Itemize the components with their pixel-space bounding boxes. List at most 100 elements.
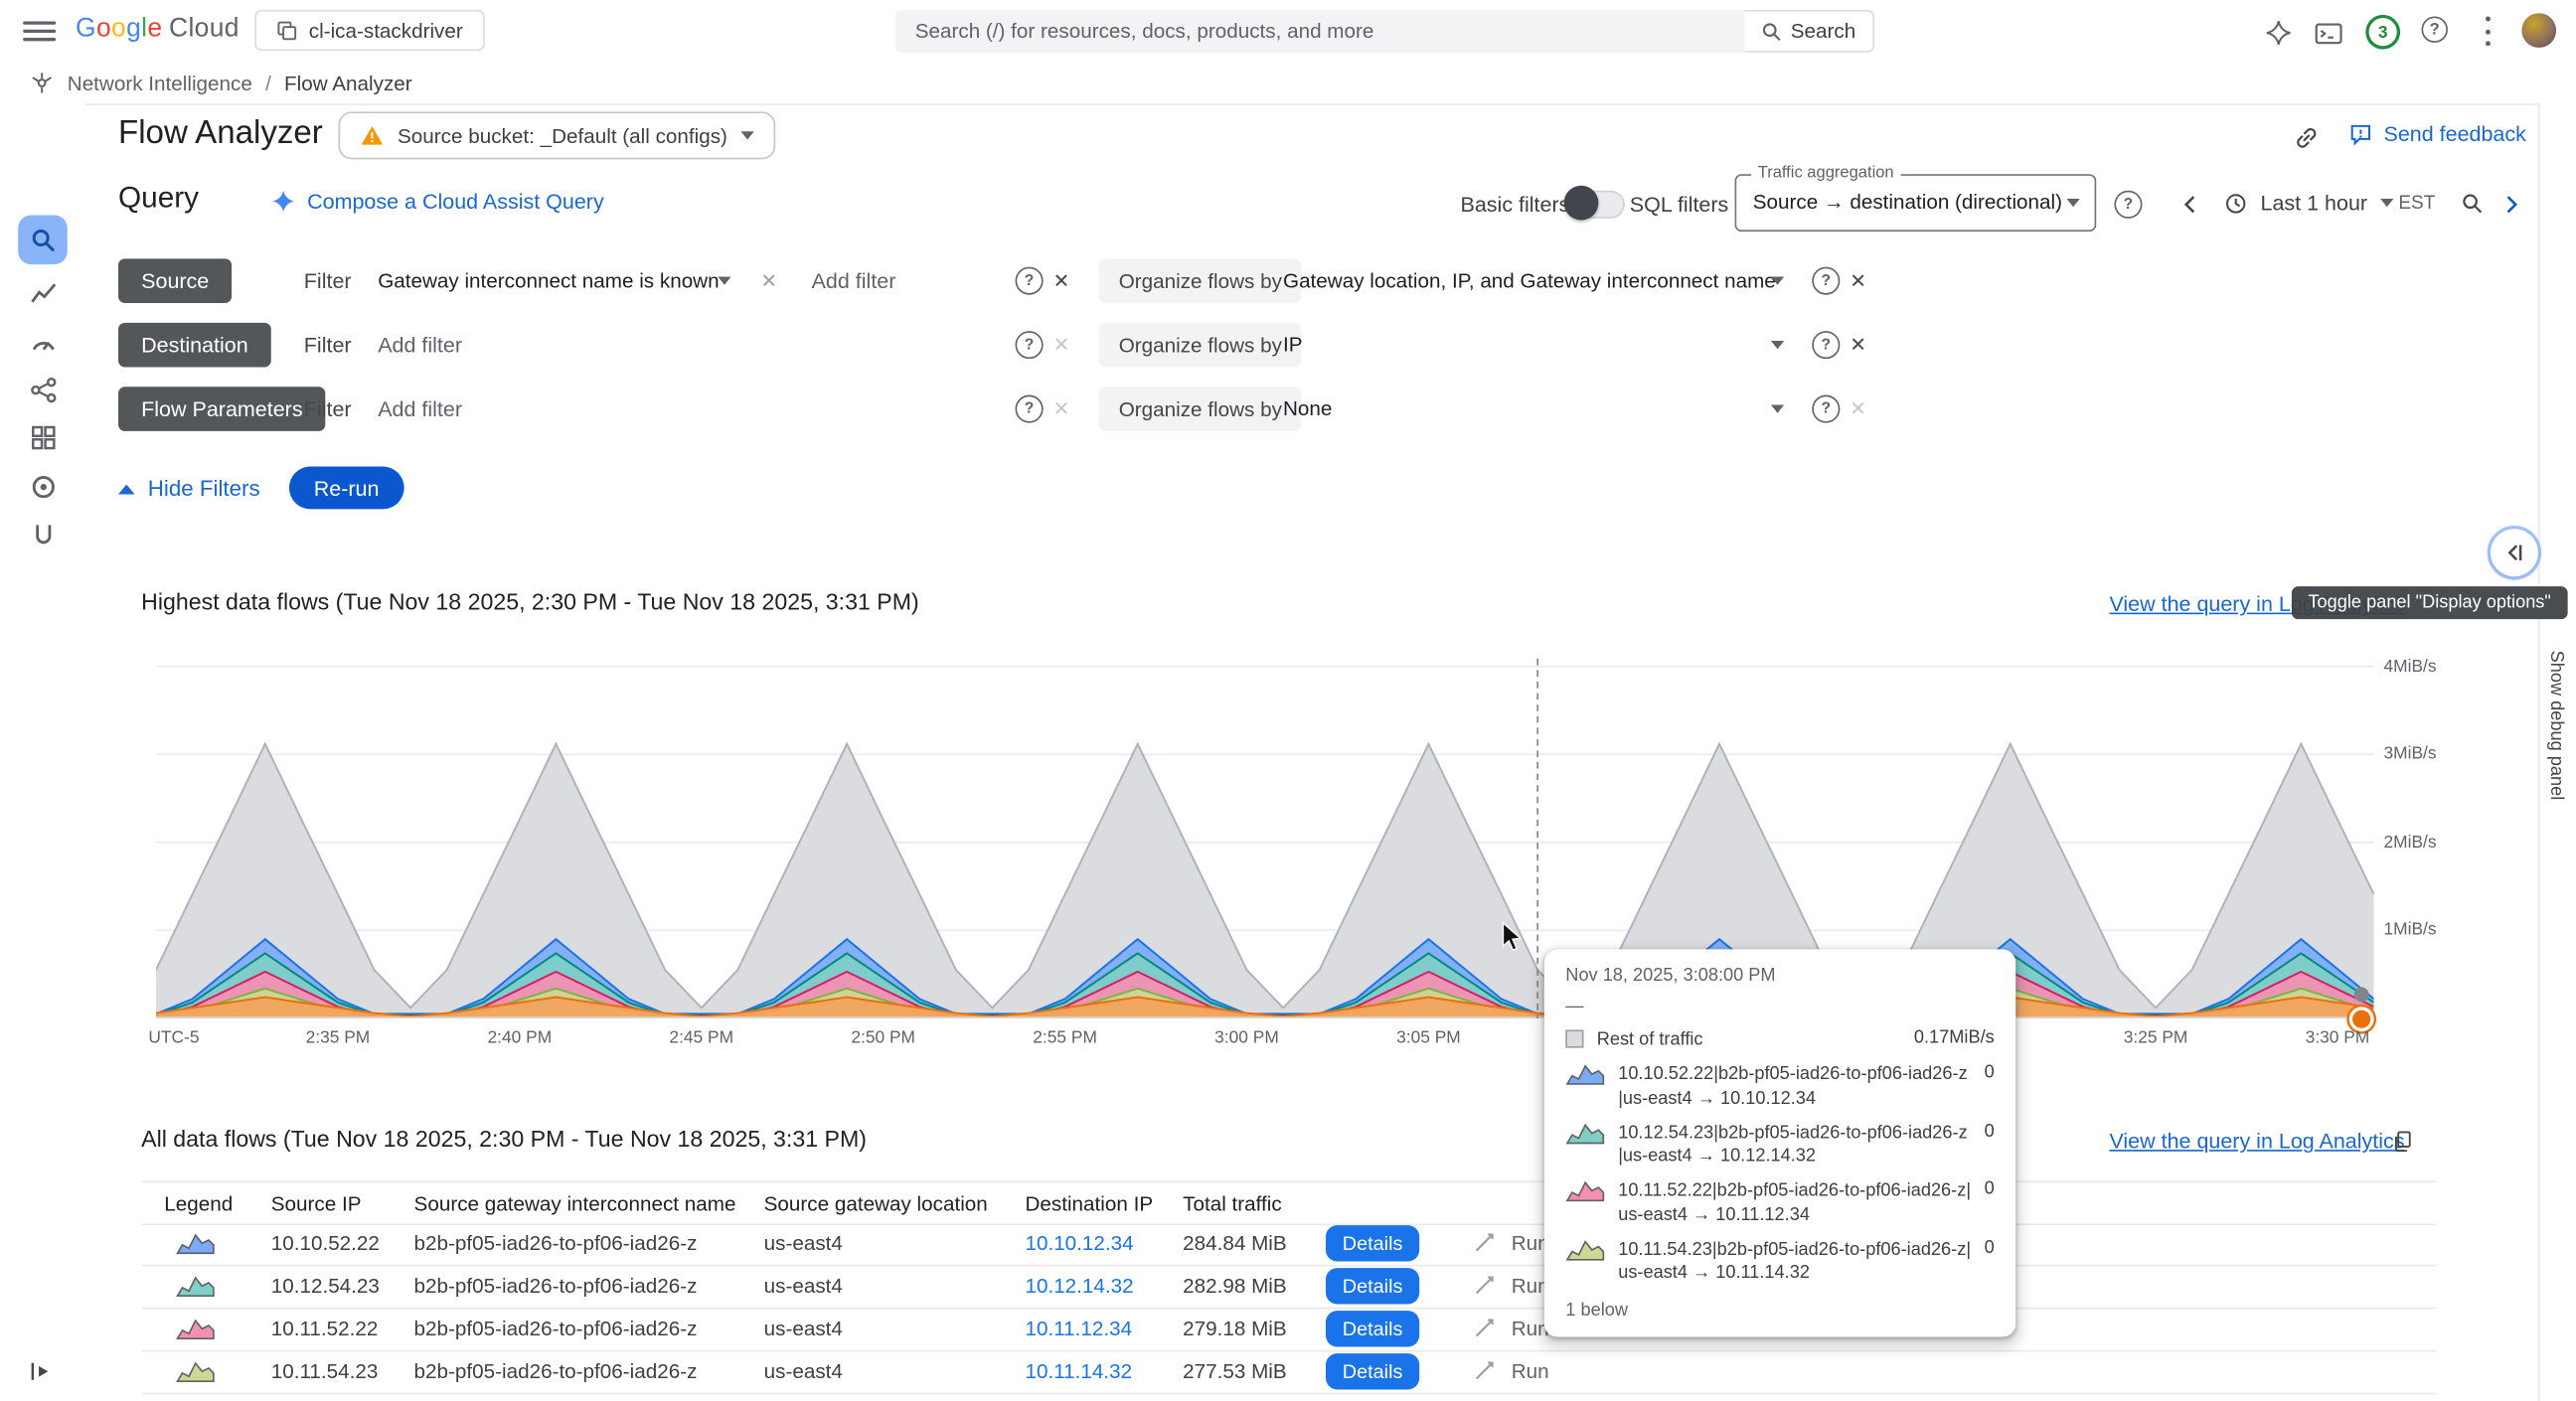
filter-help-icon[interactable] <box>1016 267 1044 295</box>
cell-total-traffic: 277.53 MiB <box>1183 1360 1287 1383</box>
organize-help-icon[interactable] <box>1812 395 1840 423</box>
copy-page-link-icon[interactable] <box>2294 125 2320 156</box>
col-source-ip[interactable]: Source IP <box>271 1192 362 1215</box>
time-prev-icon[interactable] <box>2180 194 2201 220</box>
chevron-down-icon[interactable] <box>1771 277 1784 285</box>
rail-donut-icon[interactable] <box>18 461 68 511</box>
compose-cloud-assist-button[interactable]: Compose a Cloud Assist Query <box>271 189 604 214</box>
run-button[interactable]: Run <box>1512 1360 1549 1383</box>
chart-canvas[interactable] <box>156 649 2374 1020</box>
chevron-down-icon[interactable] <box>1771 404 1784 412</box>
col-total-traffic[interactable]: Total traffic <box>1183 1192 1282 1215</box>
legend-swatch-icon <box>1565 1180 1605 1203</box>
source-filter-value[interactable]: Gateway interconnect name is known <box>378 269 719 292</box>
details-button[interactable]: Details <box>1326 1353 1419 1389</box>
source-bucket-selector[interactable]: Source bucket: _Default (all configs) <box>339 111 775 159</box>
chevron-down-icon <box>740 131 753 139</box>
tooltip-footer: 1 below <box>1565 1301 1994 1321</box>
help-icon[interactable] <box>2422 17 2448 43</box>
rail-hook-icon[interactable] <box>18 509 68 558</box>
time-next-icon[interactable] <box>2500 194 2521 220</box>
network-intelligence-icon <box>30 71 55 95</box>
legend-swatch-icon <box>1565 1029 1583 1047</box>
breadcrumb-page[interactable]: Flow Analyzer <box>284 72 412 94</box>
send-feedback-button[interactable]: Send feedback <box>2349 121 2526 146</box>
cell-destination-ip-link[interactable]: 10.12.14.32 <box>1025 1275 1133 1298</box>
clear-filters-icon[interactable] <box>1053 271 1070 291</box>
cell-total-traffic: 282.98 MiB <box>1183 1275 1287 1298</box>
view-query-link-table[interactable]: View the query in Log Analytics <box>2109 1129 2404 1154</box>
basic-filters-label: Basic filters <box>1461 192 1570 217</box>
filters-mode-toggle[interactable] <box>1565 191 1625 219</box>
organize-help-icon[interactable] <box>1812 331 1840 359</box>
copy-icon[interactable] <box>2392 1130 2413 1158</box>
expand-panel-icon[interactable] <box>30 1360 55 1383</box>
cell-destination-ip-link[interactable]: 10.10.12.34 <box>1025 1232 1133 1255</box>
search-button[interactable]: Search <box>1744 10 1873 53</box>
time-search-icon[interactable] <box>2461 192 2484 220</box>
time-range-selector[interactable]: Last 1 hour <box>2261 191 2394 216</box>
timezone-label: EST <box>2398 194 2435 214</box>
traffic-aggregation-label: Traffic aggregation <box>1751 164 1900 182</box>
feedback-icon <box>2349 122 2372 145</box>
aggregation-help-icon[interactable] <box>2114 191 2142 219</box>
avatar[interactable] <box>2521 13 2556 48</box>
legend-swatch-icon <box>176 1360 216 1383</box>
traffic-chart[interactable] <box>156 649 2374 1020</box>
chart-point-marker-gray <box>2354 987 2369 1002</box>
more-options-icon[interactable] <box>2483 17 2493 47</box>
global-search: Search <box>895 10 1874 53</box>
filter-chip-source[interactable]: Source <box>118 258 232 303</box>
chevron-down-icon[interactable] <box>718 277 730 285</box>
cell-destination-ip-link[interactable]: 10.11.14.32 <box>1025 1360 1132 1383</box>
details-button[interactable]: Details <box>1326 1268 1419 1304</box>
toggle-knob <box>1564 186 1599 221</box>
col-location[interactable]: Source gateway location <box>764 1192 988 1215</box>
menu-icon[interactable] <box>23 17 56 47</box>
filter-help-icon[interactable] <box>1016 395 1044 423</box>
filter-chip-flow-parameters[interactable]: Flow Parameters <box>118 387 326 431</box>
legend-swatch-icon <box>176 1232 216 1255</box>
col-destination-ip[interactable]: Destination IP <box>1025 1192 1153 1215</box>
cell-location: us-east4 <box>764 1360 843 1383</box>
clear-organize-icon[interactable] <box>1850 271 1866 291</box>
filter-label: Filter <box>304 333 352 358</box>
organize-help-icon[interactable] <box>1812 267 1840 295</box>
cloud-shell-icon[interactable] <box>2313 18 2342 48</box>
show-debug-panel-label[interactable]: Show debug panel <box>2546 651 2566 801</box>
notification-badge[interactable]: 3 <box>2365 15 2400 50</box>
col-interconnect[interactable]: Source gateway interconnect name <box>414 1192 736 1215</box>
cell-location: us-east4 <box>764 1318 843 1340</box>
filter-chip-destination[interactable]: Destination <box>118 323 271 368</box>
add-filter-placeholder[interactable]: Add filter <box>378 333 462 358</box>
hide-filters-button[interactable]: Hide Filters <box>118 476 260 501</box>
clear-organize-icon[interactable] <box>1850 335 1866 355</box>
cell-total-traffic: 284.84 MiB <box>1183 1232 1287 1255</box>
project-selector[interactable]: cl-ica-stackdriver <box>254 10 484 51</box>
details-button[interactable]: Details <box>1326 1311 1419 1346</box>
google-cloud-logo: GoogleCloud <box>76 15 240 45</box>
cell-source-ip: 10.11.52.22 <box>271 1318 379 1340</box>
organize-value-destination[interactable]: IP <box>1283 334 1303 357</box>
gemini-icon[interactable] <box>2264 18 2294 48</box>
cell-destination-ip-link[interactable]: 10.11.12.34 <box>1025 1318 1132 1340</box>
breadcrumb-section[interactable]: Network Intelligence <box>68 72 252 94</box>
source-bucket-label: Source bucket: _Default (all configs) <box>398 124 727 147</box>
search-input[interactable] <box>895 10 1745 53</box>
organize-value-flow-parameters[interactable]: None <box>1283 397 1332 420</box>
filter-help-icon[interactable] <box>1016 331 1044 359</box>
traffic-aggregation-select[interactable]: Traffic aggregation Source → destination… <box>1735 174 2097 232</box>
chevron-down-icon[interactable] <box>1771 341 1784 349</box>
table-row-partial: Details <box>141 1393 2436 1401</box>
chevron-down-icon <box>2380 199 2393 207</box>
add-filter-placeholder[interactable]: Add filter <box>812 268 896 293</box>
organize-value-source[interactable]: Gateway location, IP, and Gateway interc… <box>1283 269 1776 292</box>
clock-icon <box>2224 192 2247 223</box>
add-filter-placeholder[interactable]: Add filter <box>378 396 462 421</box>
clear-filter-chip-icon[interactable] <box>760 271 777 291</box>
rerun-button[interactable]: Re-run <box>289 466 403 509</box>
details-button[interactable]: Details <box>1326 1225 1419 1261</box>
run-query-icon <box>1474 1318 1497 1340</box>
y-axis-labels: 1MiB/s2MiB/s3MiB/s4MiB/s <box>2384 649 2463 1020</box>
toggle-display-options-panel-button[interactable] <box>2491 529 2538 576</box>
